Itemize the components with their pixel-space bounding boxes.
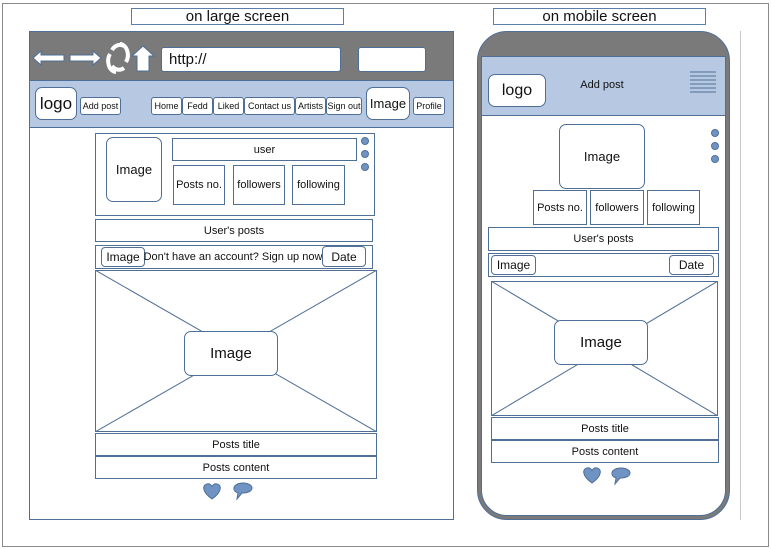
large-screen-caption: on large screen xyxy=(131,8,344,25)
refresh-icon[interactable] xyxy=(106,42,130,74)
desktop-more-menu-dot xyxy=(361,163,369,171)
nav-home[interactable]: Home xyxy=(151,97,182,115)
forward-arrow-icon[interactable] xyxy=(69,49,102,67)
comment-bubble-icon[interactable] xyxy=(233,482,253,501)
mobile-posts-content: Posts content xyxy=(491,440,719,463)
hamburger-menu-icon[interactable] xyxy=(689,70,717,94)
browser-nav-icons xyxy=(32,42,156,74)
mobile-screen-caption: on mobile screen xyxy=(493,8,706,25)
mobile-post-image[interactable]: Image xyxy=(554,320,648,365)
mobile-profile-image[interactable]: Image xyxy=(559,124,645,189)
mobile-more-menu-dot xyxy=(711,142,719,150)
desktop-post-date: Date xyxy=(322,246,366,267)
mobile-more-menu-dot xyxy=(711,155,719,163)
nav-sign-out[interactable]: Sign out xyxy=(326,97,362,115)
upload-arrow-icon[interactable] xyxy=(130,45,156,72)
desktop-signup-prompt[interactable]: Don't have an account? Sign up now xyxy=(142,248,324,266)
desktop-more-menu-dot xyxy=(361,150,369,158)
like-heart-icon[interactable] xyxy=(583,467,601,484)
desktop-posts-count: Posts no. xyxy=(173,165,225,205)
nav-contact-us[interactable]: Contact us xyxy=(244,97,295,115)
mobile-post-date: Date xyxy=(669,255,714,275)
nav-fedd[interactable]: Fedd xyxy=(182,97,213,115)
desktop-post-image[interactable]: Image xyxy=(184,331,278,376)
mobile-followers[interactable]: followers xyxy=(590,190,644,225)
nav-profile[interactable]: Profile xyxy=(413,97,445,115)
mobile-add-post-button[interactable]: Add post xyxy=(570,77,634,93)
desktop-users-posts-label: User's posts xyxy=(95,219,373,242)
desktop-post-actions xyxy=(203,482,253,501)
desktop-username: user xyxy=(172,138,357,161)
desktop-posts-content: Posts content xyxy=(95,456,377,479)
mobile-posts-title: Posts title xyxy=(491,417,719,440)
search-box[interactable] xyxy=(358,47,426,72)
mobile-posts-count: Posts no. xyxy=(533,190,587,225)
desktop-following[interactable]: following xyxy=(292,165,345,205)
nav-artists[interactable]: Artists xyxy=(295,97,326,115)
mobile-more-menu-icon[interactable] xyxy=(711,129,719,137)
mobile-post-actions xyxy=(583,467,631,486)
mobile-users-posts-label: User's posts xyxy=(488,227,719,251)
desktop-logo[interactable]: logo xyxy=(35,87,77,120)
address-bar[interactable]: http:// xyxy=(161,47,341,72)
desktop-posts-title: Posts title xyxy=(95,433,377,456)
mobile-following[interactable]: following xyxy=(647,190,700,225)
desktop-post-author-image[interactable]: Image xyxy=(101,247,145,267)
mobile-post-author-image[interactable]: Image xyxy=(491,255,536,275)
comment-bubble-icon[interactable] xyxy=(611,467,631,486)
desktop-profile-image[interactable]: Image xyxy=(106,137,162,202)
back-arrow-icon[interactable] xyxy=(32,49,65,67)
desktop-more-menu-icon[interactable] xyxy=(361,137,369,145)
desktop-add-post-button[interactable]: Add post xyxy=(80,97,121,115)
nav-liked[interactable]: Liked xyxy=(213,97,244,115)
desktop-followers[interactable]: followers xyxy=(233,165,285,205)
nav-image-avatar[interactable]: Image xyxy=(366,87,410,120)
like-heart-icon[interactable] xyxy=(203,483,221,500)
mobile-logo[interactable]: logo xyxy=(488,74,546,107)
